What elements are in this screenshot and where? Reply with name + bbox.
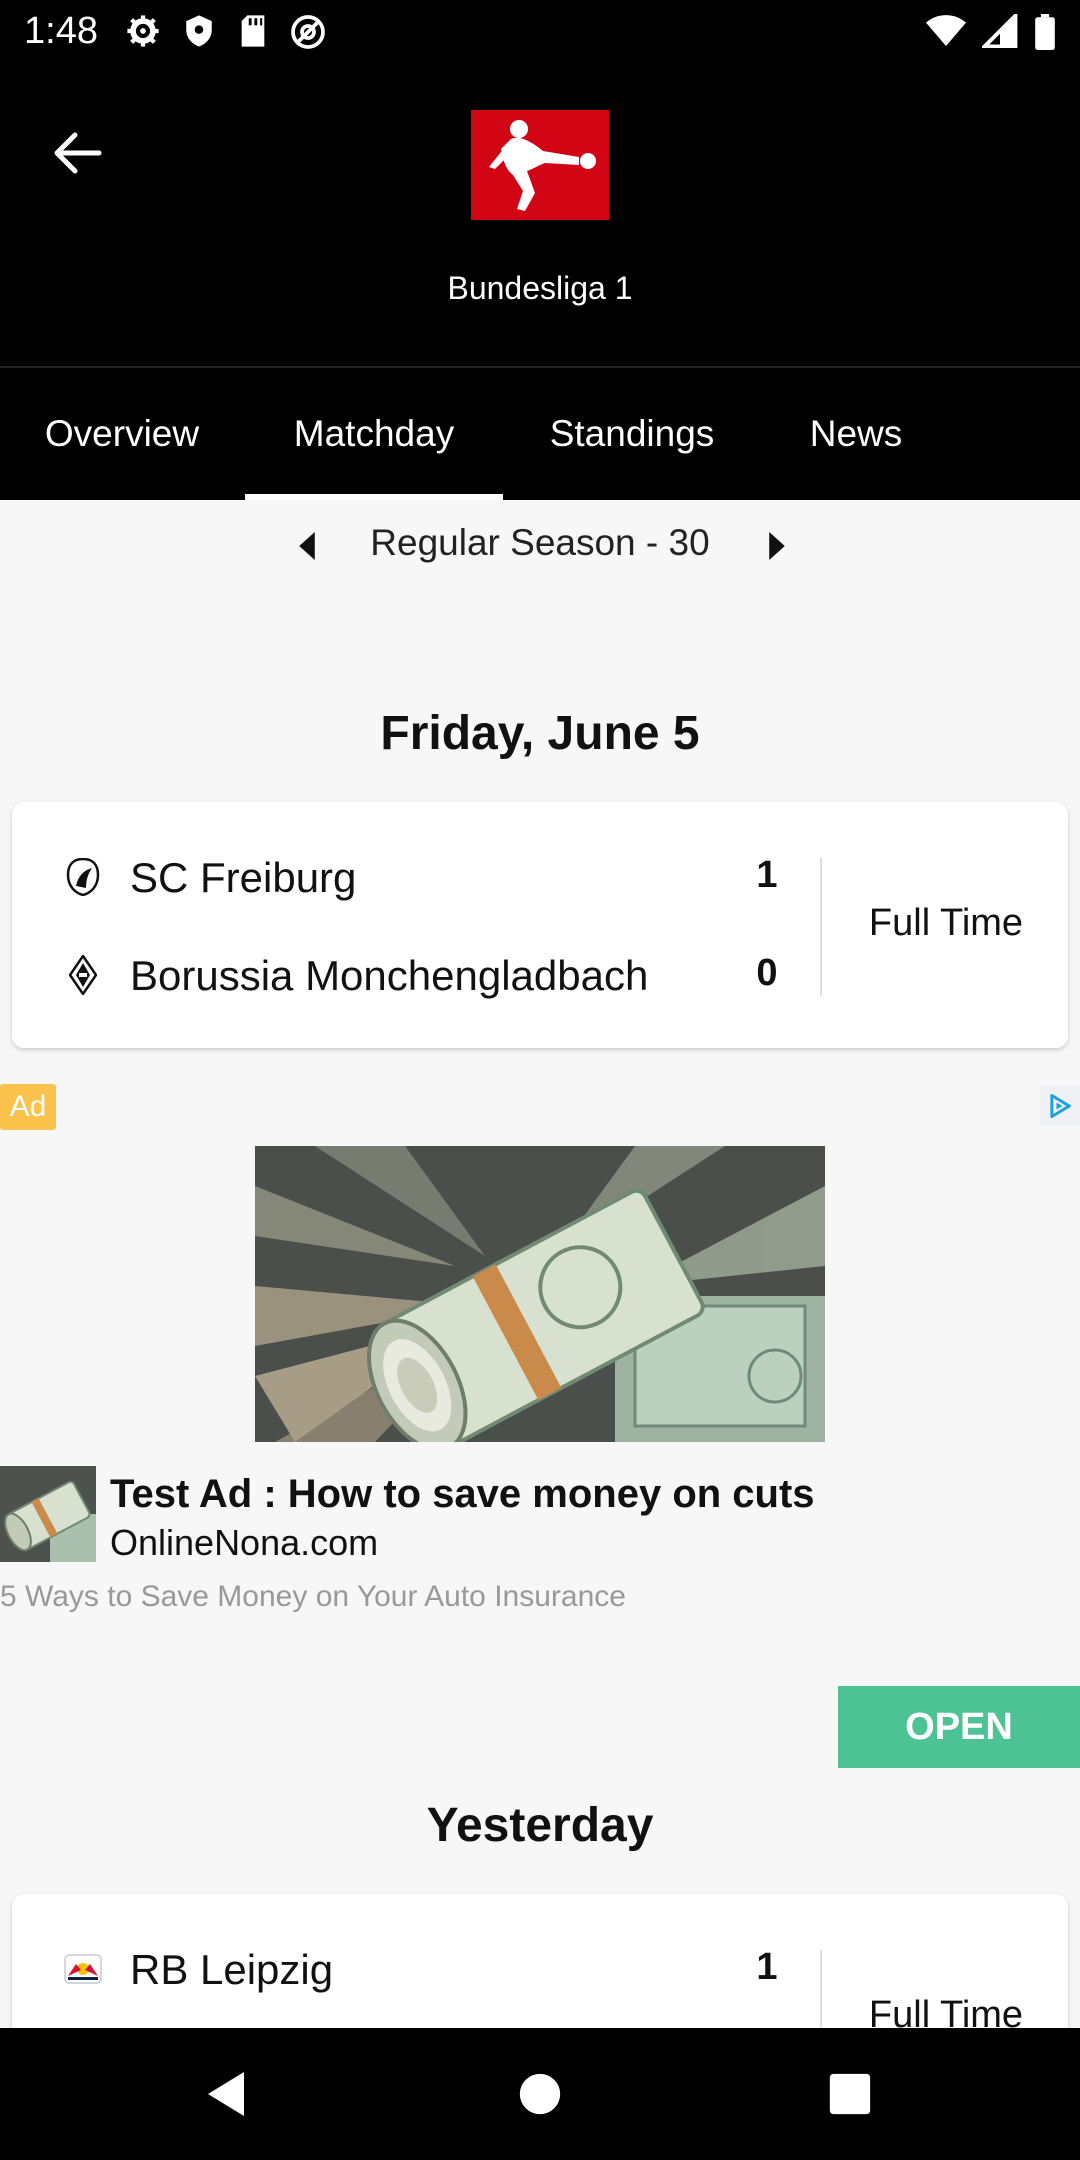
- status-bar: 1:48: [0, 0, 1080, 66]
- tab-news[interactable]: News: [761, 368, 951, 500]
- system-nav-bar: [0, 2028, 1080, 2160]
- freiburg-crest-icon: [64, 858, 102, 896]
- away-team-row: Borussia Monchengladbach 0: [12, 940, 812, 1010]
- kicker-silhouette-icon: [489, 120, 596, 211]
- tab-matchday[interactable]: Matchday: [245, 368, 503, 500]
- wifi-icon: [926, 14, 966, 50]
- team-name: SC Freiburg: [130, 854, 357, 901]
- tab-label: Overview: [44, 413, 200, 454]
- tab-standings[interactable]: Standings: [503, 368, 761, 500]
- status-time: 1:48: [24, 10, 98, 52]
- round-label: Regular Season - 30: [370, 522, 710, 563]
- next-round-button[interactable]: [755, 524, 799, 568]
- tab-label: Matchday: [293, 413, 455, 454]
- round-selector: Regular Season - 30: [0, 500, 1080, 592]
- leipzig-crest-icon: [64, 1950, 102, 1988]
- nav-recents-button[interactable]: [820, 2064, 880, 2124]
- team-name: Borussia Monchengladbach: [130, 952, 649, 999]
- date-heading: Yesterday: [426, 1799, 654, 1852]
- back-triangle-icon: [208, 2072, 244, 2116]
- league-title: Bundesliga 1: [447, 270, 633, 306]
- ad-title[interactable]: Test Ad : How to save money on cuts: [110, 1472, 815, 1517]
- date-heading: Friday, June 5: [380, 707, 700, 760]
- team-name: RB Leipzig: [130, 1946, 334, 1993]
- cell-signal-icon: [982, 14, 1018, 50]
- shield-icon: [182, 14, 216, 50]
- home-team-row: SC Freiburg 1: [12, 842, 812, 912]
- caret-left-icon: [299, 532, 315, 560]
- ad-thumbnail[interactable]: [0, 1466, 96, 1562]
- bundesliga-logo: [471, 110, 609, 220]
- tab-label: News: [809, 413, 903, 454]
- gladbach-crest-icon: [64, 955, 102, 995]
- ad-open-button[interactable]: OPEN: [838, 1686, 1080, 1768]
- card-divider: [820, 858, 822, 996]
- match-status: Full Time: [868, 902, 1024, 944]
- ad-badge: Ad: [0, 1084, 56, 1130]
- battery-icon: [1034, 14, 1056, 50]
- team-score: 0: [756, 952, 778, 994]
- tab-bar: Overview Matchday Standings News: [0, 368, 1080, 500]
- sd-card-icon: [238, 14, 268, 50]
- gear-icon: [126, 14, 160, 50]
- tab-overview[interactable]: Overview: [0, 368, 244, 500]
- tab-label: Standings: [549, 413, 715, 454]
- at-sign-icon: [290, 14, 326, 50]
- home-team-row: RB Leipzig 1: [12, 1934, 812, 2004]
- back-arrow-icon: [54, 132, 102, 174]
- home-circle-icon: [519, 2073, 561, 2115]
- team-score: 1: [756, 1946, 778, 1988]
- ad-domain: OnlineNona.com: [110, 1522, 379, 1563]
- recents-square-icon: [829, 2073, 871, 2115]
- adchoices-icon[interactable]: [1040, 1086, 1080, 1126]
- team-score: 1: [756, 854, 778, 896]
- back-button[interactable]: [40, 116, 114, 190]
- nav-back-button[interactable]: [196, 2064, 256, 2124]
- match-card[interactable]: SC Freiburg 1 Borussia Monchengladbach 0…: [12, 802, 1068, 1048]
- ad-description: 5 Ways to Save Money on Your Auto Insura…: [0, 1580, 626, 1613]
- nav-home-button[interactable]: [510, 2064, 570, 2124]
- ad-image[interactable]: [255, 1146, 825, 1442]
- caret-right-icon: [769, 532, 785, 560]
- league-header: Bundesliga 1: [0, 66, 1080, 368]
- previous-round-button[interactable]: [285, 524, 329, 568]
